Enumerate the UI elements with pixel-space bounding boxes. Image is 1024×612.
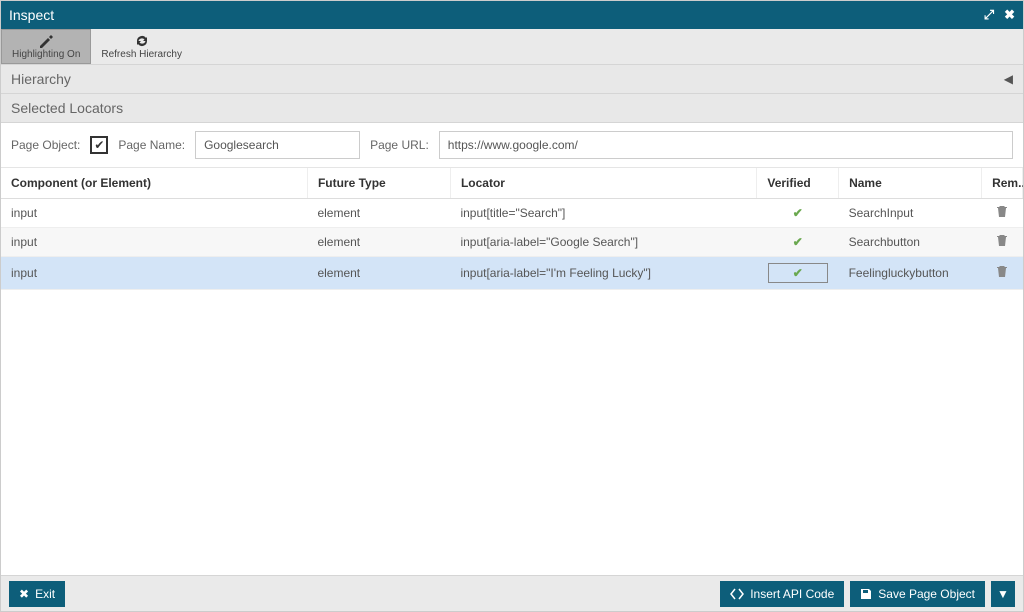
table-row[interactable]: inputelementinput[title="Search"] ✔ Search… [1, 199, 1023, 228]
page-url-label: Page URL: [370, 138, 429, 152]
page-object-form: Page Object: ✔ Page Name: Page URL: [1, 123, 1023, 168]
close-icon: ✖ [19, 587, 29, 601]
component-cell[interactable]: input [1, 228, 307, 257]
verified-cell[interactable]: ✔ [757, 199, 839, 228]
check-icon: ✔ [793, 266, 803, 280]
selected-locators-title: Selected Locators [11, 100, 123, 116]
save-icon [860, 588, 872, 600]
highlighter-icon [38, 34, 54, 48]
page-name-input[interactable] [195, 131, 360, 159]
locators-table: Component (or Element) Future Type Locat… [1, 168, 1023, 290]
refresh-hierarchy-label: Refresh Hierarchy [101, 49, 182, 60]
selected-locators-panel-header[interactable]: Selected Locators [1, 94, 1023, 123]
footer-right: Insert API Code Save Page Object ▼ [720, 581, 1015, 607]
page-object-checkbox[interactable]: ✔ [90, 136, 108, 154]
name-cell[interactable]: SearchInput [839, 199, 982, 228]
page-name-label: Page Name: [118, 138, 185, 152]
col-header-name[interactable]: Name [839, 168, 982, 199]
col-header-verified[interactable]: Verified [757, 168, 839, 199]
trash-icon [996, 205, 1008, 218]
page-object-label: Page Object: [11, 138, 80, 152]
save-page-object-button[interactable]: Save Page Object [850, 581, 985, 607]
highlighting-toggle-button[interactable]: Highlighting On [1, 29, 91, 64]
future-type-cell[interactable]: element [307, 199, 450, 228]
locator-cell[interactable]: input[title="Search"] [450, 199, 756, 228]
table-row[interactable]: inputelementinput[aria-label="Google Sea… [1, 228, 1023, 257]
collapse-icon[interactable]: ◀ [1004, 72, 1013, 86]
check-icon: ✔ [793, 235, 803, 249]
locator-cell[interactable]: input[aria-label="Google Search"] [450, 228, 756, 257]
window-title: Inspect [9, 7, 54, 23]
content-area: Component (or Element) Future Type Locat… [1, 168, 1023, 575]
future-type-cell[interactable]: element [307, 257, 450, 290]
titlebar: Inspect ⤢ ✖ [1, 1, 1023, 29]
col-header-locator[interactable]: Locator [450, 168, 756, 199]
col-header-component[interactable]: Component (or Element) [1, 168, 307, 199]
table-header-row: Component (or Element) Future Type Locat… [1, 168, 1023, 199]
name-cell[interactable]: Feelingluckybutton [839, 257, 982, 290]
component-cell[interactable]: input [1, 257, 307, 290]
expand-icon[interactable]: ⤢ [984, 7, 994, 23]
close-icon[interactable]: ✖ [1004, 7, 1015, 23]
trash-icon [996, 234, 1008, 247]
titlebar-controls: ⤢ ✖ [984, 7, 1015, 23]
refresh-hierarchy-button[interactable]: Refresh Hierarchy [91, 29, 193, 64]
verified-cell[interactable]: ✔ [757, 257, 839, 290]
col-header-future-type[interactable]: Future Type [307, 168, 450, 199]
insert-api-label: Insert API Code [750, 587, 834, 601]
footer: ✖ Exit Insert API Code Save Page Object … [1, 575, 1023, 611]
hierarchy-title: Hierarchy [11, 71, 71, 87]
inspect-window: Inspect ⤢ ✖ Highlighting On Refresh Hier… [0, 0, 1024, 612]
name-cell[interactable]: Searchbutton [839, 228, 982, 257]
component-cell[interactable]: input [1, 199, 307, 228]
toolbar: Highlighting On Refresh Hierarchy [1, 29, 1023, 65]
save-label: Save Page Object [878, 587, 975, 601]
col-header-remove[interactable]: Rem... [982, 168, 1023, 199]
refresh-icon [134, 34, 150, 48]
page-url-input[interactable] [439, 131, 1013, 159]
highlighting-label: Highlighting On [12, 49, 80, 60]
trash-icon [996, 265, 1008, 278]
hierarchy-panel-header[interactable]: Hierarchy ◀ [1, 65, 1023, 94]
check-icon: ✔ [793, 206, 803, 220]
save-dropdown-button[interactable]: ▼ [991, 581, 1015, 607]
future-type-cell[interactable]: element [307, 228, 450, 257]
exit-label: Exit [35, 587, 55, 601]
insert-api-code-button[interactable]: Insert API Code [720, 581, 844, 607]
locator-cell[interactable]: input[aria-label="I'm Feeling Lucky"] [450, 257, 756, 290]
remove-cell[interactable] [982, 199, 1023, 228]
table-row[interactable]: inputelementinput[aria-label="I'm Feelin… [1, 257, 1023, 290]
verified-cell[interactable]: ✔ [757, 228, 839, 257]
remove-cell[interactable] [982, 257, 1023, 290]
caret-down-icon: ▼ [997, 587, 1009, 601]
remove-cell[interactable] [982, 228, 1023, 257]
exit-button[interactable]: ✖ Exit [9, 581, 65, 607]
code-icon [730, 588, 744, 600]
